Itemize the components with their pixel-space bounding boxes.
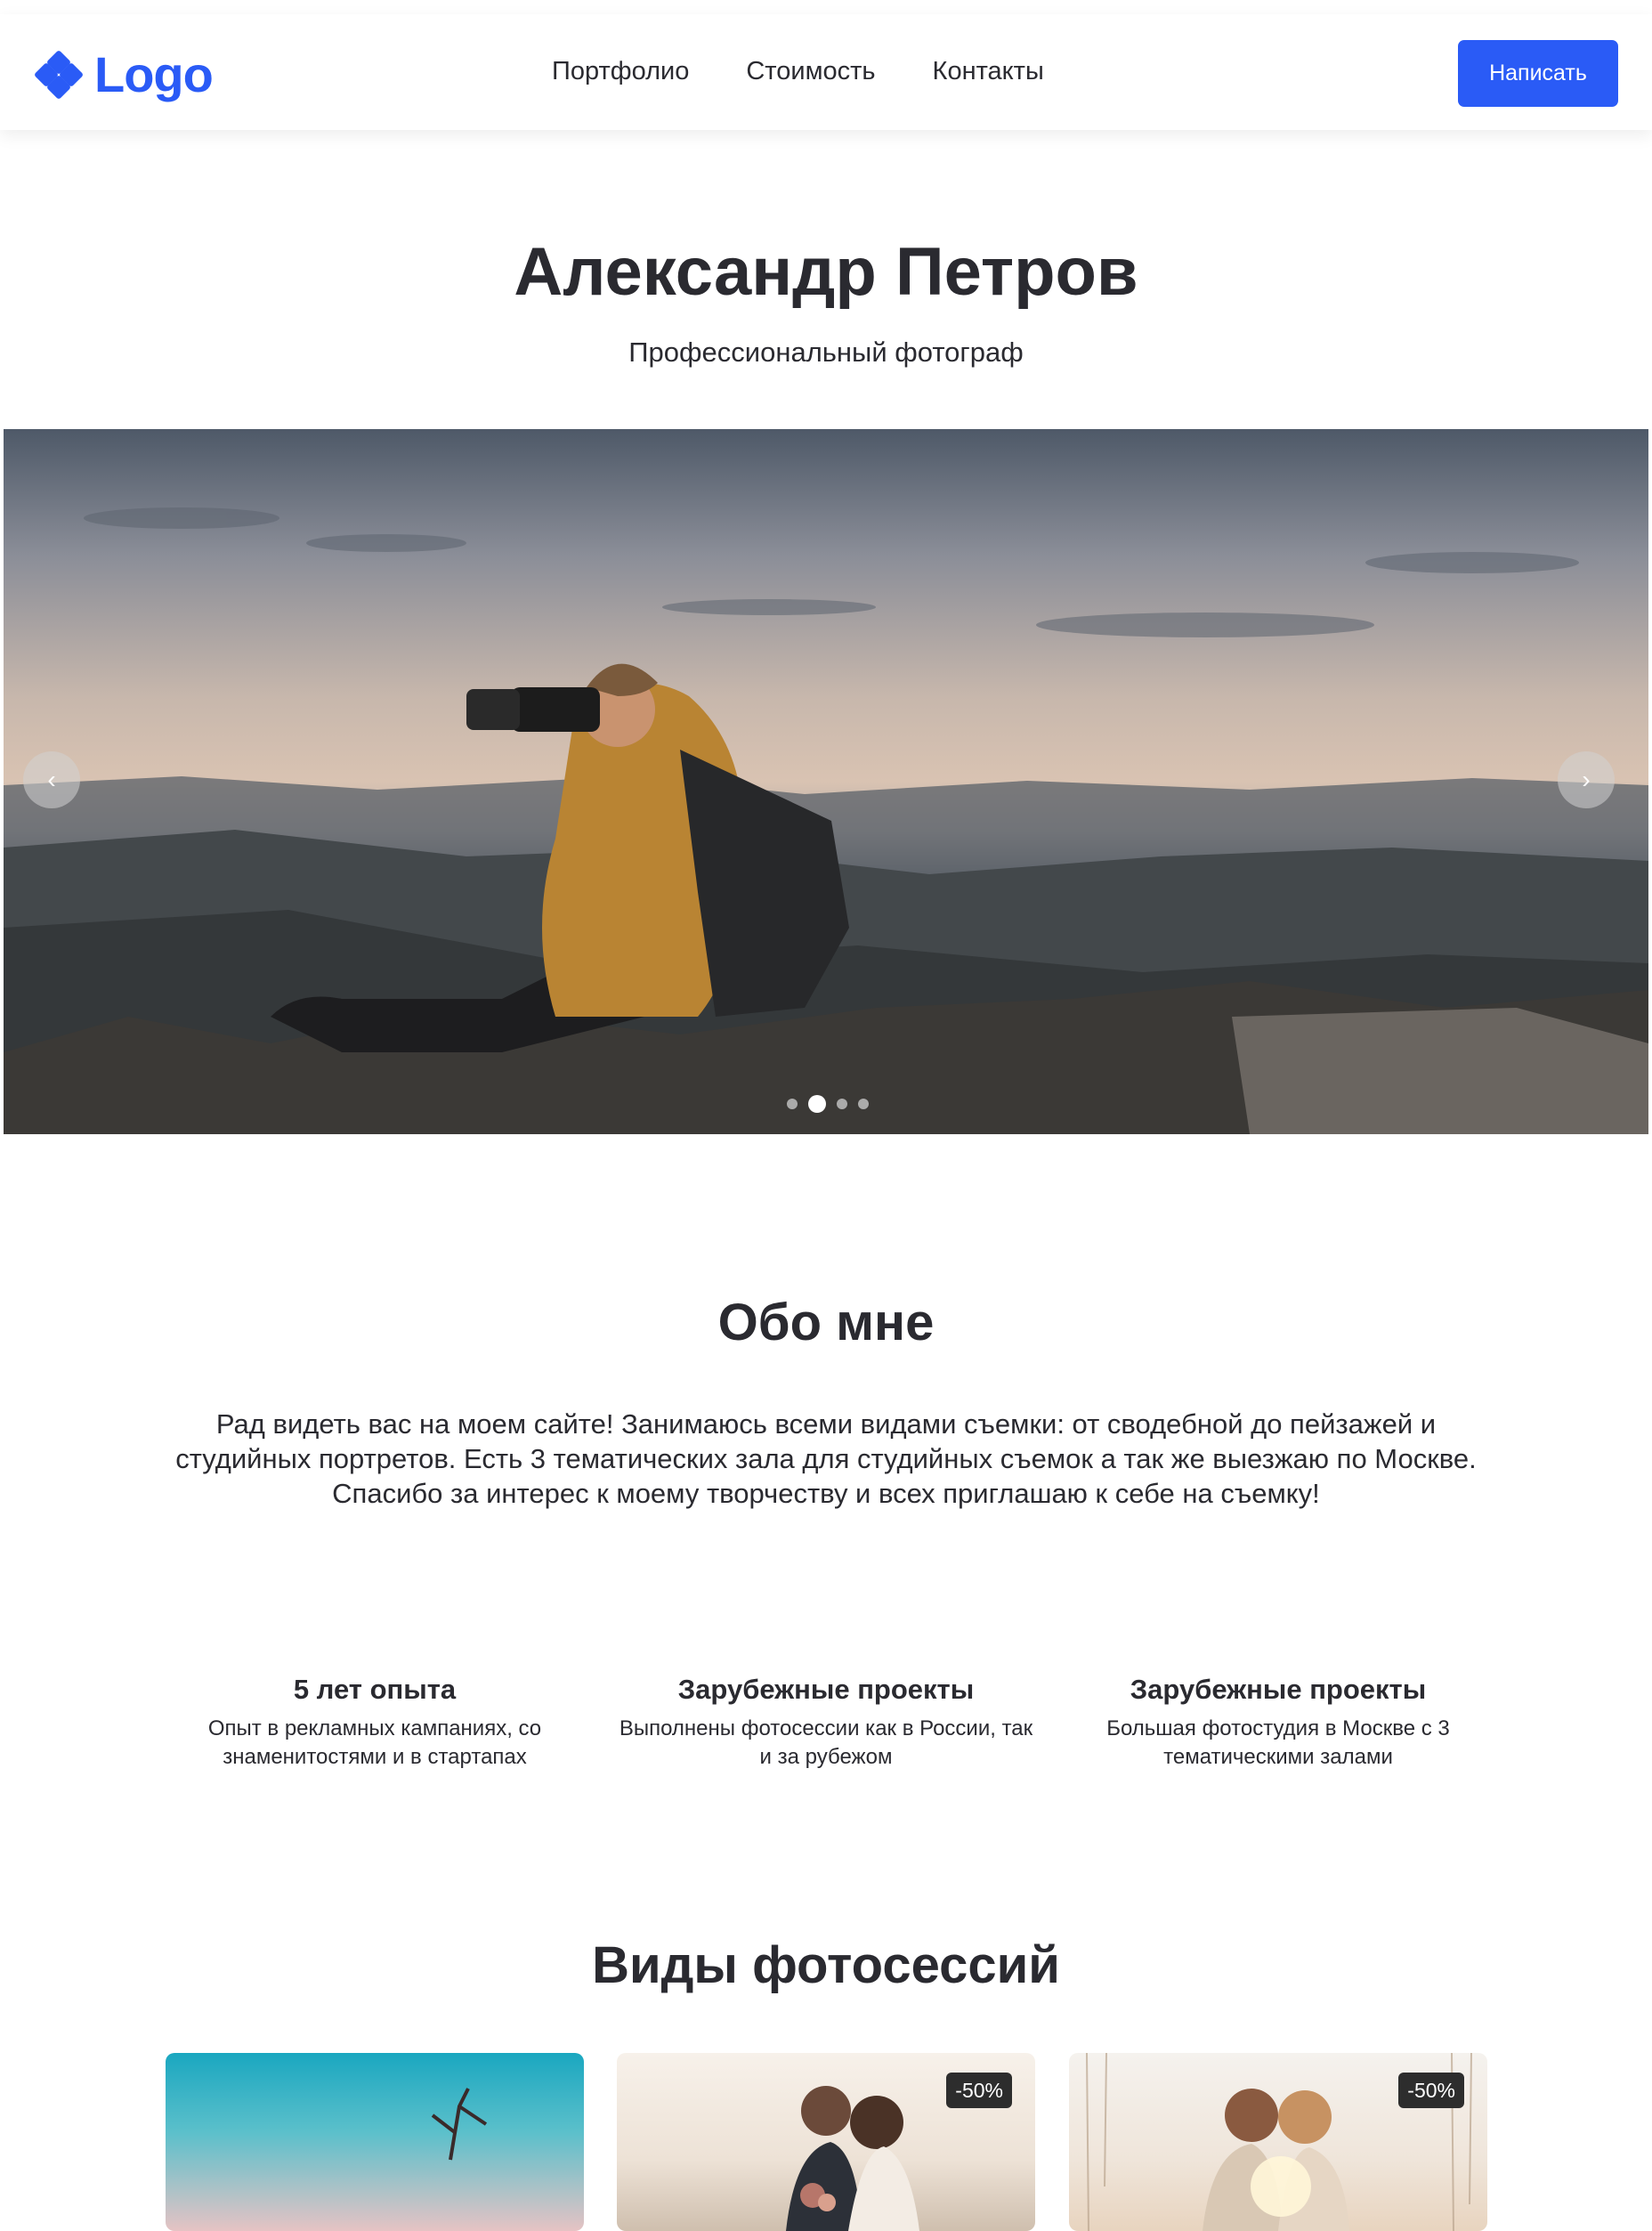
slider-dot[interactable] (787, 1099, 798, 1109)
hero-slider[interactable]: ‹ › (4, 429, 1648, 1134)
nav-item-pricing[interactable]: Стоимость (746, 53, 875, 89)
slider-dot-active[interactable] (808, 1095, 826, 1113)
hero-subtitle: Профессиональный фотограф (628, 337, 1024, 368)
logo-diamond-icon (33, 49, 85, 101)
feature-foreign-projects: Зарубежные проекты Выполнены фотосессии … (617, 1668, 1035, 1772)
slide-photo-photographer (4, 507, 1648, 1134)
feature-experience: 5 лет опыта Опыт в рекламных кампаниях, … (166, 1668, 584, 1772)
slider-next-button[interactable]: › (1558, 751, 1615, 808)
session-card[interactable] (166, 2053, 584, 2231)
slider-dot[interactable] (837, 1099, 847, 1109)
main-nav: Портфолио Стоимость Контакты (552, 53, 1101, 89)
site-header: Logo Портфолио Стоимость Контакты Написа… (0, 14, 1652, 130)
discount-badge: -50% (1398, 2073, 1464, 2108)
feature-studio: Зарубежные проекты Большая фотостудия в … (1069, 1668, 1487, 1772)
feature-title: 5 лет опыта (293, 1674, 457, 1705)
chevron-right-icon: › (1582, 766, 1591, 793)
feature-text: Выполнены фотосессии как в России, так и… (619, 1716, 1033, 1769)
chevron-left-icon: ‹ (47, 766, 56, 793)
logo[interactable]: Logo (33, 46, 214, 103)
session-card[interactable]: -50% (1069, 2053, 1487, 2231)
sessions-title: Виды фотосессий (592, 1936, 1060, 1994)
slider-pagination (787, 1095, 879, 1113)
nav-item-contacts[interactable]: Контакты (933, 53, 1044, 89)
feature-text: Большая фотостудия в Москве с 3 тематиче… (1106, 1716, 1450, 1769)
feature-title: Зарубежные проекты (677, 1674, 975, 1705)
feature-title: Зарубежные проекты (1130, 1674, 1427, 1705)
session-card[interactable]: -50% (617, 2053, 1035, 2231)
discount-badge: -50% (946, 2073, 1012, 2108)
logo-text: Logo (94, 46, 214, 102)
session-photo-landscape (431, 2088, 488, 2161)
slider-prev-button[interactable]: ‹ (23, 751, 80, 808)
about-title: Обо мне (717, 1294, 935, 1351)
write-button[interactable]: Написать (1458, 40, 1618, 107)
nav-item-portfolio[interactable]: Портфолио (552, 53, 689, 89)
feature-text: Опыт в рекламных кампаниях, со знаменито… (207, 1716, 542, 1769)
slider-dot[interactable] (858, 1099, 869, 1109)
hero-title: Александр Петров (514, 234, 1138, 310)
about-text: Рад видеть вас на моем сайте! Занимаюсь … (175, 1408, 1477, 1509)
